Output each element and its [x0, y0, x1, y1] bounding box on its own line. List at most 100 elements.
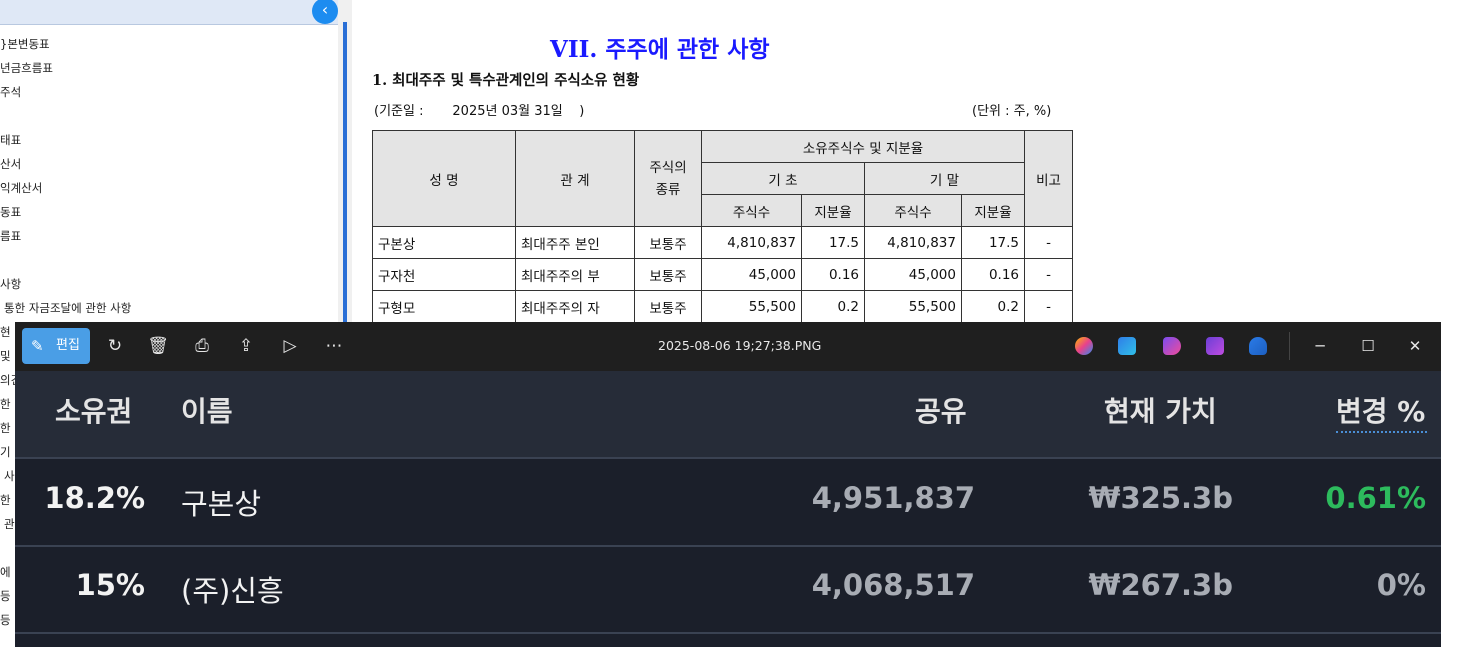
- minimize-icon[interactable]: ─: [1302, 330, 1338, 362]
- toc-item[interactable]: 기: [0, 444, 11, 460]
- cell-start-shares: 55,500: [701, 290, 802, 323]
- toc-header-bar: ‹: [0, 0, 338, 25]
- header-relation: 관 계: [515, 130, 635, 227]
- photos-app-window: ✎ 편집 ↻ 🗑 ⎙ ⇪ ▷ ⋯ 2025-08-06 19;27;38.PNG…: [15, 322, 1441, 647]
- photos-toolbar: ✎ 편집 ↻ 🗑 ⎙ ⇪ ▷ ⋯ 2025-08-06 19;27;38.PNG…: [15, 322, 1441, 371]
- unit-label: (단위 : 주, %): [972, 104, 1052, 119]
- column-ownership: 소유권: [55, 395, 133, 428]
- basis-date: 2025년 03월 31일: [452, 104, 563, 119]
- section-title: VII. 주주에 관한 사항: [550, 36, 770, 63]
- current-value: ₩267.3b: [1088, 568, 1233, 602]
- cell-end-ratio: 0.2: [961, 290, 1025, 323]
- toc-item[interactable]: 산서: [0, 156, 21, 172]
- toc-item[interactable]: 등: [0, 588, 11, 604]
- designer-icon[interactable]: [1118, 337, 1136, 355]
- subsection-title: 1. 최대주주 및 특수관계인의 주식소유 현황: [372, 72, 640, 89]
- basis-label: (기준일 :: [374, 104, 424, 119]
- displayed-image: 소유권 이름 공유 현재 가치 변경 % 18.2% 구본상 4,951,837 ₩3…: [15, 371, 1441, 647]
- ownership-percent: 15%: [75, 568, 145, 602]
- cell-relation: 최대주주 본인: [515, 226, 635, 259]
- header-start-shares: 주식수: [701, 194, 802, 227]
- column-change: 변경 %: [1336, 395, 1426, 428]
- toc-item[interactable]: }본변동표: [0, 36, 50, 52]
- cell-end-ratio: 0.16: [961, 258, 1025, 291]
- header-stock-type: 주식의 종류: [634, 130, 702, 227]
- ownership-row: 15% (주)신흥 4,068,517 ₩267.3b 0%: [15, 546, 1441, 632]
- slideshow-icon[interactable]: ▷: [274, 330, 306, 362]
- table-row: 구본상 최대주주 본인 보통주 4,810,837 17.5 4,810,837 17.5-: [372, 226, 1073, 259]
- maximize-icon[interactable]: ☐: [1350, 330, 1386, 362]
- clipchamp-icon[interactable]: [1163, 337, 1181, 355]
- table-row: 구자천 최대주주의 부 보통주 45,000 0.16 45,000 0.16-: [372, 258, 1073, 291]
- cell-start-shares: 4,810,837: [701, 226, 802, 259]
- holder-name: (주)신흥: [181, 574, 284, 608]
- toc-item[interactable]: 주석: [0, 84, 21, 100]
- copilot-icon[interactable]: [1075, 337, 1093, 355]
- cell-end-shares: 55,500: [864, 290, 962, 323]
- cell-start-shares: 45,000: [701, 258, 802, 291]
- toc-item[interactable]: 등: [0, 612, 11, 628]
- cell-type: 보통주: [634, 226, 702, 259]
- header-ownership: 소유주식수 및 지분율: [701, 130, 1025, 163]
- cell-end-shares: 4,810,837: [864, 226, 962, 259]
- toc-item[interactable]: 한: [0, 420, 11, 436]
- share-icon[interactable]: ⇪: [230, 330, 262, 362]
- toc-item[interactable]: 름표: [0, 228, 21, 244]
- cell-relation: 최대주주의 부: [515, 258, 635, 291]
- edit-icon: ✎: [31, 337, 44, 355]
- current-value: ₩325.3b: [1088, 481, 1233, 515]
- scrollbar-thumb[interactable]: [343, 22, 347, 322]
- edit-button[interactable]: ✎ 편집: [22, 328, 90, 364]
- column-value: 현재 가치: [1104, 395, 1217, 428]
- file-name: 2025-08-06 19;27;38.PNG: [658, 338, 822, 353]
- toc-item[interactable]: 태표: [0, 132, 21, 148]
- close-icon[interactable]: ✕: [1397, 330, 1433, 362]
- toc-item[interactable]: 사: [4, 468, 15, 484]
- toc-item[interactable]: 동표: [0, 204, 21, 220]
- toc-item[interactable]: 에: [0, 564, 11, 580]
- toc-item[interactable]: 한: [0, 396, 11, 412]
- toc-item[interactable]: 익계산서: [0, 180, 42, 196]
- toolbar-separator: [1289, 332, 1290, 360]
- change-percent: 0.61%: [1325, 481, 1426, 515]
- header-start-ratio: 지분율: [801, 194, 865, 227]
- toc-item[interactable]: 한: [0, 492, 11, 508]
- print-icon[interactable]: ⎙: [186, 330, 218, 362]
- shares-count: 4,068,517: [811, 568, 975, 602]
- toc-item[interactable]: 년금흐름표: [0, 60, 53, 76]
- ownership-table-header: 소유권 이름 공유 현재 가치 변경 %: [15, 371, 1441, 457]
- header-end: 기 말: [864, 162, 1025, 195]
- cell-note: -: [1024, 226, 1073, 259]
- cell-name: 구자천: [372, 258, 516, 291]
- delete-icon[interactable]: 🗑: [142, 330, 174, 362]
- cell-note: -: [1024, 258, 1073, 291]
- cell-relation: 최대주주의 자: [515, 290, 635, 323]
- cell-name: 구형모: [372, 290, 516, 323]
- basis-date-line: (기준일 : 2025년 03월 31일 ): [374, 100, 584, 119]
- photos-icon[interactable]: [1206, 337, 1224, 355]
- cell-start-ratio: 17.5: [801, 226, 865, 259]
- more-icon[interactable]: ⋯: [318, 330, 350, 362]
- toc-item[interactable]: 및: [0, 348, 11, 364]
- cell-start-ratio: 0.2: [801, 290, 865, 323]
- table-row: 구형모 최대주주의 자 보통주 55,500 0.2 55,500 0.2-: [372, 290, 1073, 323]
- column-shares: 공유: [915, 395, 967, 428]
- rotate-icon[interactable]: ↻: [99, 330, 131, 362]
- onedrive-icon[interactable]: [1249, 337, 1267, 355]
- header-end-ratio: 지분율: [961, 194, 1025, 227]
- cell-type: 보통주: [634, 258, 702, 291]
- header-start: 기 초: [701, 162, 865, 195]
- basis-close: ): [579, 104, 585, 119]
- ownership-row: 18.2% 구본상 4,951,837 ₩325.3b 0.61%: [15, 459, 1441, 545]
- toc-item[interactable]: 현: [0, 324, 11, 340]
- cell-end-shares: 45,000: [864, 258, 962, 291]
- cell-name: 구본상: [372, 226, 516, 259]
- header-name: 성 명: [372, 130, 516, 227]
- collapse-panel-button[interactable]: ‹: [312, 0, 338, 24]
- toc-item[interactable]: 사항: [0, 276, 21, 292]
- toc-item[interactable]: 통한 자금조달에 관한 사항: [4, 300, 131, 316]
- header-end-shares: 주식수: [864, 194, 962, 227]
- edit-button-label: 편집: [56, 338, 80, 353]
- column-name: 이름: [181, 395, 233, 428]
- toc-item[interactable]: 관: [4, 516, 15, 532]
